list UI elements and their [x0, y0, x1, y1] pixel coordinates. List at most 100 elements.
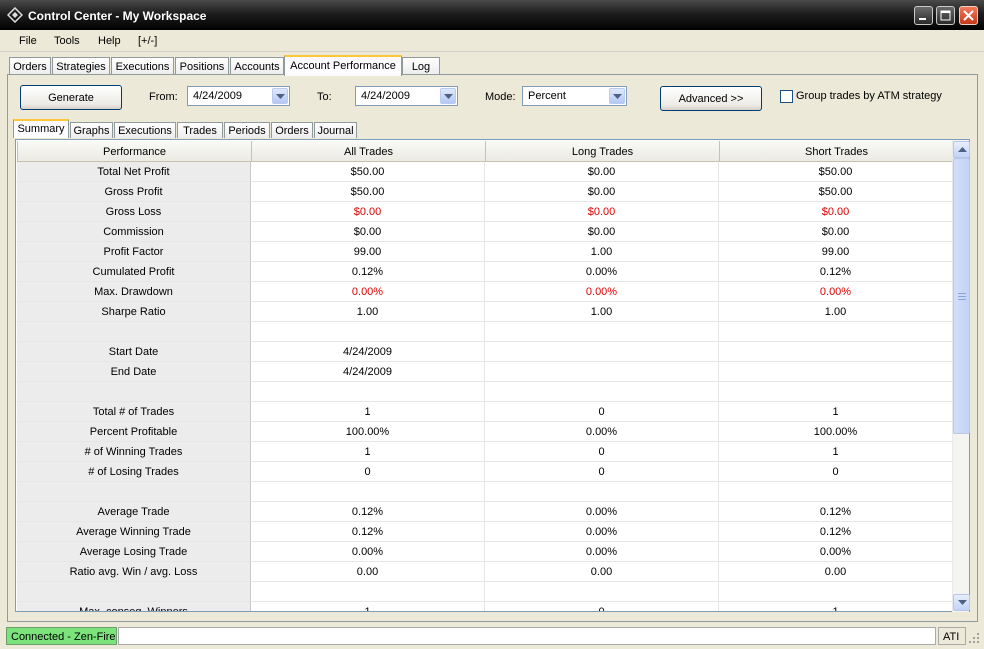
metric-label: Total Net Profit	[17, 162, 251, 182]
mode-dropdown[interactable]	[609, 88, 625, 104]
long-trades-value	[485, 382, 719, 402]
long-trades-value: $0.00	[485, 202, 719, 222]
table-row[interactable]: End Date 4/24/2009	[17, 362, 953, 382]
table-row[interactable]: Gross Loss $0.00 $0.00 $0.00	[17, 202, 953, 222]
chevron-down-icon	[958, 600, 967, 605]
performance-summary-table[interactable]: Performance All Trades Long Trades Short…	[15, 139, 970, 612]
subtab-graphs[interactable]: Graphs	[70, 122, 113, 138]
to-date-value: 4/24/2009	[361, 90, 410, 102]
all-trades-value	[251, 382, 485, 402]
all-trades-value: 0.00	[251, 562, 485, 582]
tab-account-performance[interactable]: Account Performance	[284, 55, 402, 76]
generate-button[interactable]: Generate	[20, 85, 122, 110]
tab-strategies[interactable]: Strategies	[52, 57, 110, 75]
all-trades-value: $50.00	[251, 182, 485, 202]
long-trades-value: 1.00	[485, 302, 719, 322]
long-trades-value: 0	[485, 462, 719, 482]
table-row[interactable]: # of Winning Trades 1 0 1	[17, 442, 953, 462]
subtab-summary[interactable]: Summary	[13, 119, 69, 138]
table-row[interactable]	[17, 382, 953, 402]
tab-log[interactable]: Log	[402, 57, 440, 75]
table-row[interactable]: Total # of Trades 1 0 1	[17, 402, 953, 422]
menu-tools[interactable]: Tools	[54, 35, 80, 47]
all-trades-value: 1.00	[251, 302, 485, 322]
chevron-down-icon	[276, 94, 285, 99]
maximize-icon	[940, 10, 951, 21]
table-row[interactable]: Sharpe Ratio 1.00 1.00 1.00	[17, 302, 953, 322]
tab-executions[interactable]: Executions	[111, 57, 174, 75]
table-row[interactable]: Cumulated Profit 0.12% 0.00% 0.12%	[17, 262, 953, 282]
minimize-button[interactable]	[914, 6, 933, 25]
all-trades-value: 1	[251, 602, 485, 611]
short-trades-value: 0.00%	[719, 542, 953, 562]
all-trades-value: $50.00	[251, 162, 485, 182]
table-row[interactable]	[17, 582, 953, 602]
long-trades-value: $0.00	[485, 162, 719, 182]
scroll-thumb[interactable]	[953, 158, 970, 434]
long-trades-value: 0.00%	[485, 522, 719, 542]
from-date-picker[interactable]: 4/24/2009	[187, 86, 290, 106]
metric-label: # of Losing Trades	[17, 462, 251, 482]
table-row[interactable]: Gross Profit $50.00 $0.00 $50.00	[17, 182, 953, 202]
menu-help[interactable]: Help	[98, 35, 121, 47]
all-trades-value: 0.00%	[251, 282, 485, 302]
mode-select[interactable]: Percent	[522, 86, 627, 106]
from-date-dropdown[interactable]	[272, 88, 288, 104]
table-row[interactable]	[17, 482, 953, 502]
long-trades-value	[485, 342, 719, 362]
short-trades-value: 0.00%	[719, 282, 953, 302]
resize-grip-icon[interactable]	[968, 632, 980, 644]
metric-label: Average Losing Trade	[17, 542, 251, 562]
table-row[interactable]: Profit Factor 99.00 1.00 99.00	[17, 242, 953, 262]
table-row[interactable]: Ratio avg. Win / avg. Loss 0.00 0.00 0.00	[17, 562, 953, 582]
table-row[interactable]: # of Losing Trades 0 0 0	[17, 462, 953, 482]
table-row[interactable]: Start Date 4/24/2009	[17, 342, 953, 362]
tab-orders[interactable]: Orders	[9, 57, 51, 75]
vertical-scrollbar[interactable]	[952, 140, 970, 612]
from-date-value: 4/24/2009	[193, 90, 242, 102]
table-row[interactable]: Max. Drawdown 0.00% 0.00% 0.00%	[17, 282, 953, 302]
subtab-trades[interactable]: Trades	[177, 122, 223, 138]
tab-accounts[interactable]: Accounts	[230, 57, 284, 75]
tab-positions[interactable]: Positions	[175, 57, 229, 75]
advanced-button[interactable]: Advanced >>	[660, 86, 762, 111]
status-bar: Connected - Zen-Fire ATI	[0, 624, 984, 649]
long-trades-value	[485, 582, 719, 602]
table-row[interactable]	[17, 322, 953, 342]
metric-label: Commission	[17, 222, 251, 242]
group-trades-checkbox[interactable]	[780, 90, 793, 103]
short-trades-value	[719, 582, 953, 602]
short-trades-value: 0.12%	[719, 502, 953, 522]
header-long-trades[interactable]: Long Trades	[485, 141, 720, 162]
header-performance[interactable]: Performance	[17, 141, 252, 162]
table-row[interactable]: Average Losing Trade 0.00% 0.00% 0.00%	[17, 542, 953, 562]
metric-label: Profit Factor	[17, 242, 251, 262]
subtab-executions[interactable]: Executions	[114, 122, 176, 138]
from-label: From:	[149, 91, 178, 103]
table-row[interactable]: Average Trade 0.12% 0.00% 0.12%	[17, 502, 953, 522]
window-title: Control Center - My Workspace	[28, 9, 207, 23]
table-row[interactable]: Total Net Profit $50.00 $0.00 $50.00	[17, 162, 953, 182]
subtab-orders[interactable]: Orders	[271, 122, 313, 138]
maximize-button[interactable]	[936, 6, 955, 25]
long-trades-value: 0.00%	[485, 262, 719, 282]
header-short-trades[interactable]: Short Trades	[719, 141, 954, 162]
table-row[interactable]: Commission $0.00 $0.00 $0.00	[17, 222, 953, 242]
long-trades-value: 0.00%	[485, 282, 719, 302]
subtab-journal[interactable]: Journal	[314, 122, 357, 138]
to-date-dropdown[interactable]	[440, 88, 456, 104]
table-row[interactable]: Max. conseq. Winners 1 0 1	[17, 602, 953, 611]
scroll-down-button[interactable]	[953, 594, 970, 611]
table-row[interactable]: Percent Profitable 100.00% 0.00% 100.00%	[17, 422, 953, 442]
to-date-picker[interactable]: 4/24/2009	[355, 86, 458, 106]
close-button[interactable]	[959, 6, 978, 25]
long-trades-value: 0.00%	[485, 502, 719, 522]
header-all-trades[interactable]: All Trades	[251, 141, 486, 162]
subtab-periods[interactable]: Periods	[224, 122, 270, 138]
menu-expand[interactable]: [+/-]	[138, 35, 157, 47]
metric-label: Percent Profitable	[17, 422, 251, 442]
menu-file[interactable]: File	[19, 35, 37, 47]
table-row[interactable]: Average Winning Trade 0.12% 0.00% 0.12%	[17, 522, 953, 542]
long-trades-value: 0	[485, 602, 719, 611]
scroll-up-button[interactable]	[953, 141, 970, 158]
